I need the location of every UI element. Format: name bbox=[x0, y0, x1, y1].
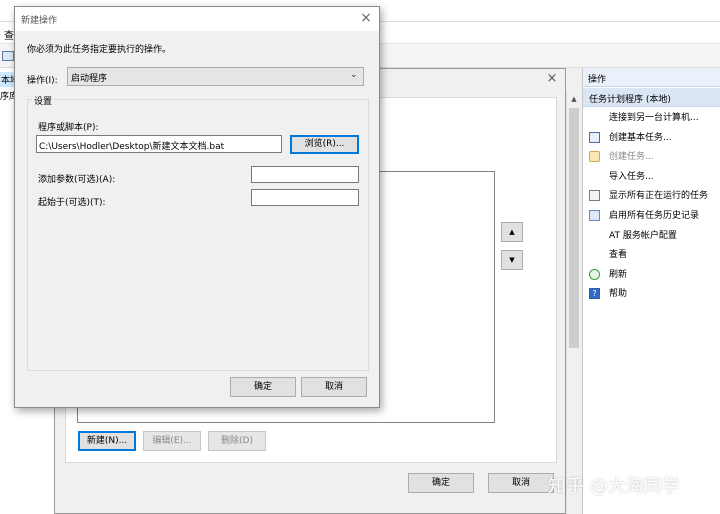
scroll-up-icon[interactable]: ▲ bbox=[569, 94, 579, 104]
parent-cancel-button[interactable]: 取消 bbox=[488, 473, 554, 493]
action-item-label: 显示所有正在运行的任务 bbox=[609, 191, 709, 202]
new-action-button[interactable]: 新建(N)... bbox=[78, 431, 136, 451]
parent-close-icon[interactable]: × bbox=[545, 72, 559, 86]
task-wizard-icon bbox=[589, 131, 600, 143]
dialog-body: 你必须为此任务指定要执行的操作。 操作(I): 启动程序 ⌄ 设置 程序或脚本(… bbox=[15, 31, 379, 407]
program-label: 程序或脚本(P): bbox=[38, 123, 99, 133]
action-select-value: 启动程序 bbox=[71, 74, 108, 84]
action-item[interactable]: 启用所有任务历史记录 bbox=[583, 206, 718, 226]
action-item-label: 创建任务... bbox=[609, 152, 654, 163]
action-item-label: 导入任务... bbox=[609, 171, 654, 182]
action-item-label: 刷新 bbox=[609, 269, 628, 280]
dialog-instruction: 你必须为此任务指定要执行的操作。 bbox=[27, 45, 172, 55]
scroll-thumb[interactable] bbox=[569, 108, 579, 348]
action-item[interactable]: 创建基本任务... bbox=[583, 128, 718, 148]
actions-section-title: 任务计划程序 (本地) bbox=[589, 95, 671, 105]
new-action-dialog: 新建操作 × 你必须为此任务指定要执行的操作。 操作(I): 启动程序 ⌄ 设置… bbox=[14, 6, 380, 408]
edit-action-button[interactable]: 编辑(E)... bbox=[143, 431, 201, 451]
settings-group: 设置 程序或脚本(P): C:\Users\Hodler\Desktop\新建文… bbox=[27, 94, 369, 371]
scrollbar[interactable]: ▲ bbox=[566, 92, 580, 514]
action-select[interactable]: 启动程序 ⌄ bbox=[67, 67, 364, 86]
dialog-cancel-button[interactable]: 取消 bbox=[301, 377, 367, 397]
program-input-value: C:\Users\Hodler\Desktop\新建文本文档.bat bbox=[39, 142, 225, 152]
dialog-close-icon[interactable]: × bbox=[359, 11, 373, 25]
running-tasks-icon bbox=[589, 190, 600, 202]
chevron-down-icon: ⌄ bbox=[350, 70, 358, 80]
dialog-title-bar: 新建操作 × bbox=[15, 7, 379, 31]
dialog-title: 新建操作 bbox=[21, 16, 58, 26]
move-down-button[interactable]: ▼ bbox=[501, 250, 523, 270]
program-input[interactable]: C:\Users\Hodler\Desktop\新建文本文档.bat bbox=[36, 135, 282, 153]
action-item-label: 启用所有任务历史记录 bbox=[609, 211, 700, 221]
settings-group-title: 设置 bbox=[32, 94, 55, 107]
start-in-input[interactable] bbox=[251, 189, 359, 206]
actions-panel-header: 操作 bbox=[583, 68, 720, 87]
action-item[interactable]: ? 帮助 bbox=[583, 284, 718, 304]
delete-action-button[interactable]: 删除(D) bbox=[208, 431, 266, 451]
action-item-label: 连接到另一台计算机... bbox=[609, 113, 699, 123]
start-in-label: 起始于(可选)(T): bbox=[38, 198, 106, 208]
move-up-button[interactable]: ▲ bbox=[501, 222, 523, 242]
actions-section-header[interactable]: 任务计划程序 (本地) bbox=[583, 88, 720, 107]
actions-panel-title: 操作 bbox=[588, 75, 607, 85]
dialog-ok-button[interactable]: 确定 bbox=[230, 377, 296, 397]
action-label: 操作(I): bbox=[27, 76, 58, 86]
action-item[interactable]: 查看 bbox=[583, 245, 718, 265]
action-item[interactable]: 刷新 bbox=[583, 265, 718, 285]
action-item-label: 创建基本任务... bbox=[609, 132, 672, 143]
actions-panel: 操作 任务计划程序 (本地) 连接到另一台计算机... 创建基本任务... 创建任务… bbox=[582, 68, 720, 514]
menu-item-view[interactable]: 查 bbox=[4, 27, 14, 42]
action-item-label: 查看 bbox=[609, 250, 628, 261]
watermark: 知乎 @大海同学 bbox=[548, 476, 680, 497]
action-item[interactable]: 创建任务... bbox=[583, 147, 718, 167]
action-item[interactable]: 导入任务... bbox=[583, 167, 718, 187]
action-item-label: AT 服务帐户配置 bbox=[609, 230, 677, 241]
args-label: 添加参数(可选)(A): bbox=[38, 175, 116, 185]
args-input[interactable] bbox=[251, 166, 359, 183]
console-tree-icon[interactable] bbox=[2, 51, 14, 61]
action-item[interactable]: AT 服务帐户配置 bbox=[583, 226, 718, 246]
task-create-icon bbox=[589, 151, 600, 163]
refresh-icon bbox=[589, 268, 600, 280]
history-icon bbox=[589, 210, 600, 221]
help-icon: ? bbox=[589, 288, 600, 300]
action-item[interactable]: 显示所有正在运行的任务 bbox=[583, 186, 718, 206]
parent-ok-button[interactable]: 确定 bbox=[408, 473, 474, 493]
actions-list: 连接到另一台计算机... 创建基本任务... 创建任务... 导入任务... 显示所有正… bbox=[583, 108, 720, 328]
action-item[interactable]: 连接到另一台计算机... bbox=[583, 108, 718, 128]
browse-button[interactable]: 浏览(R)... bbox=[290, 135, 359, 154]
action-item-label: 帮助 bbox=[609, 289, 628, 300]
